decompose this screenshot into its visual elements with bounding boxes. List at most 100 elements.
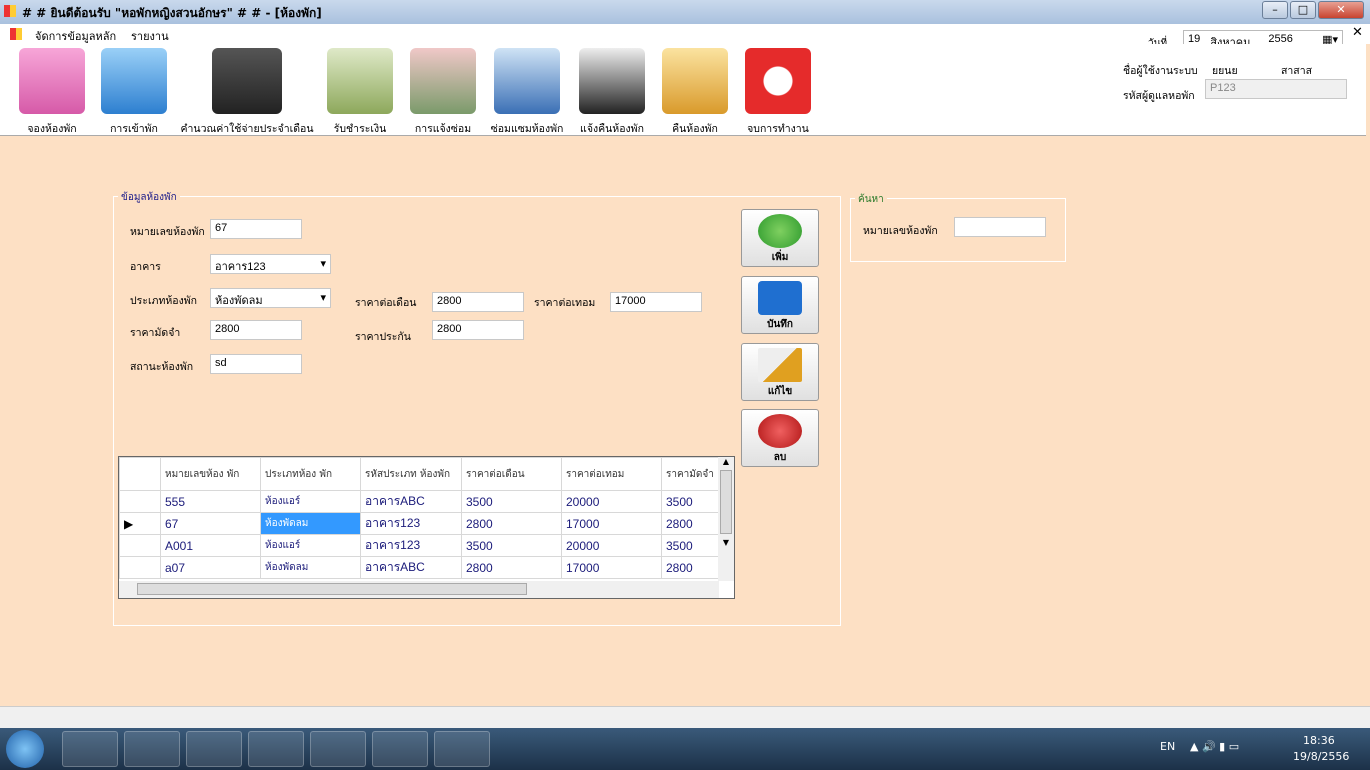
- row-header[interactable]: [119, 490, 161, 513]
- toolbar-notify-return[interactable]: แจ้งคืนห้องพัก: [572, 48, 652, 137]
- grid-cell[interactable]: ห้องแอร์: [260, 534, 361, 557]
- edit-button[interactable]: แก้ไข: [741, 343, 819, 401]
- building-pink-icon: [19, 48, 85, 114]
- grid-cell[interactable]: 67: [160, 512, 261, 535]
- monthly-price-input[interactable]: 2800: [432, 292, 524, 312]
- chevron-down-icon: ▾: [320, 258, 326, 270]
- search-room-input[interactable]: [954, 217, 1046, 237]
- tray-icons[interactable]: ▲ 🔊 ▮ ▭: [1190, 740, 1239, 753]
- search-room-label: หมายเลขห้องพัก: [863, 225, 938, 237]
- col-type-code[interactable]: รหัสประเภท ห้องพัก: [360, 457, 462, 491]
- money-icon: [327, 48, 393, 114]
- app-icon[interactable]: [248, 731, 304, 767]
- megaphone-man-icon: [410, 48, 476, 114]
- table-row[interactable]: 555 ห้องแอร์ อาคารABC 3500 20000 3500: [119, 490, 722, 513]
- row-header[interactable]: [119, 534, 161, 557]
- building-label: อาคาร: [130, 261, 161, 273]
- grid-cell[interactable]: 20000: [561, 490, 662, 513]
- tools-icon[interactable]: [310, 731, 366, 767]
- calculator-icon: [212, 48, 282, 114]
- ie-icon[interactable]: [124, 731, 180, 767]
- grid-cell[interactable]: 17000: [561, 512, 662, 535]
- room-type-label: ประเภทห้องพัก: [130, 295, 198, 307]
- maximize-button[interactable]: □: [1290, 1, 1316, 19]
- language-indicator[interactable]: EN: [1160, 740, 1175, 753]
- building-select[interactable]: อาคาร123 ▾: [210, 254, 331, 274]
- explorer-icon[interactable]: [186, 731, 242, 767]
- room-type-select[interactable]: ห้องพัดลม ▾: [210, 288, 331, 308]
- mdi-icon: [10, 28, 22, 40]
- row-header[interactable]: [119, 556, 161, 579]
- grid-cell[interactable]: A001: [160, 534, 261, 557]
- room-no-input[interactable]: 67: [210, 219, 302, 239]
- deposit-input[interactable]: 2800: [210, 320, 302, 340]
- grid-cell[interactable]: ห้องพัดลม: [260, 556, 361, 579]
- col-term[interactable]: ราคาต่อเทอม: [561, 457, 662, 491]
- pencil-icon: [758, 348, 802, 382]
- chrome-icon[interactable]: [62, 731, 118, 767]
- admin-id-field: P123: [1205, 79, 1347, 99]
- col-room-type[interactable]: ประเภทห้อง พัก: [260, 457, 361, 491]
- add-button[interactable]: เพิ่ม: [741, 209, 819, 267]
- toolbar-payment[interactable]: รับชำระเงิน: [322, 48, 398, 137]
- term-price-input[interactable]: 17000: [610, 292, 702, 312]
- repairman-icon: [494, 48, 560, 114]
- table-row[interactable]: ▶ 67 ห้องพัดลม อาคาร123 2800 17000 2800: [119, 512, 722, 535]
- grid-cell[interactable]: 3500: [461, 490, 562, 513]
- taskbar: EN ▲ 🔊 ▮ ▭ 18:36 19/8/2556: [0, 728, 1370, 770]
- grid-cell[interactable]: อาคารABC: [360, 490, 462, 513]
- status-bar: [0, 706, 1370, 728]
- col-deposit[interactable]: ราคามัดจำ: [661, 457, 722, 491]
- power-icon: [745, 48, 811, 114]
- toolbar-return-room[interactable]: คืนห้องพัก: [656, 48, 734, 137]
- deposit-label: ราคามัดจำ: [130, 327, 181, 339]
- menu-master-data[interactable]: จัดการข้อมูลหลัก: [35, 27, 116, 45]
- grid-cell[interactable]: 3500: [661, 490, 722, 513]
- minimize-button[interactable]: –: [1262, 1, 1288, 19]
- toolbar-book-room[interactable]: จองห้องพัก: [14, 48, 90, 137]
- grid-cell[interactable]: 2800: [661, 556, 722, 579]
- user-first-name: ยยนย: [1212, 65, 1238, 77]
- grid-cell[interactable]: 2800: [661, 512, 722, 535]
- winform-icon[interactable]: [434, 731, 490, 767]
- clock-date[interactable]: 19/8/2556: [1293, 750, 1349, 763]
- col-room-no[interactable]: หมายเลขห้อง พัก: [160, 457, 261, 491]
- grid-cell[interactable]: ห้องพัดลม: [260, 512, 361, 535]
- grid-cell[interactable]: 3500: [461, 534, 562, 557]
- grid-cell[interactable]: a07: [160, 556, 261, 579]
- pdf-icon[interactable]: [372, 731, 428, 767]
- grid-cell[interactable]: อาคารABC: [360, 556, 462, 579]
- table-row[interactable]: a07 ห้องพัดลม อาคารABC 2800 17000 2800: [119, 556, 722, 579]
- menu-report[interactable]: รายงาน: [131, 27, 169, 45]
- grid-cell[interactable]: อาคาร123: [360, 534, 462, 557]
- child-close-icon[interactable]: ✕: [1352, 25, 1363, 40]
- toolbar-repair-room[interactable]: ซ่อมแซมห้องพัก: [486, 48, 568, 137]
- search-group-label: ค้นหา: [855, 192, 887, 207]
- grid-cell[interactable]: 20000: [561, 534, 662, 557]
- status-input[interactable]: sd: [210, 354, 302, 374]
- col-monthly[interactable]: ราคาต่อเดือน: [461, 457, 562, 491]
- start-button[interactable]: [6, 730, 44, 768]
- grid-cell[interactable]: 3500: [661, 534, 722, 557]
- toolbar-repair-request[interactable]: การแจ้งซ่อม: [404, 48, 482, 137]
- grid-cell[interactable]: ห้องแอร์: [260, 490, 361, 513]
- grid-cell[interactable]: 555: [160, 490, 261, 513]
- close-button[interactable]: ✕: [1318, 1, 1364, 19]
- clock-time[interactable]: 18:36: [1303, 734, 1335, 747]
- grid-cell[interactable]: 17000: [561, 556, 662, 579]
- row-header[interactable]: ▶: [119, 512, 161, 535]
- megaphone-icon: [579, 48, 645, 114]
- vertical-scrollbar[interactable]: ▲ ▼: [718, 457, 734, 581]
- grid-cell[interactable]: 2800: [461, 556, 562, 579]
- status-label: สถานะห้องพัก: [130, 361, 194, 373]
- save-button[interactable]: บันทึก: [741, 276, 819, 334]
- horizontal-scrollbar[interactable]: [119, 581, 719, 598]
- toolbar-check-in[interactable]: การเข้าพัก: [96, 48, 172, 137]
- insurance-input[interactable]: 2800: [432, 320, 524, 340]
- grid-cell[interactable]: 2800: [461, 512, 562, 535]
- toolbar-calculate[interactable]: คำนวณค่าใช้จ่ายประจำเดือน: [176, 48, 318, 137]
- delete-button[interactable]: ลบ: [741, 409, 819, 467]
- toolbar-exit[interactable]: จบการทำงาน: [738, 48, 818, 137]
- table-row[interactable]: A001 ห้องแอร์ อาคาร123 3500 20000 3500: [119, 534, 722, 557]
- grid-cell[interactable]: อาคาร123: [360, 512, 462, 535]
